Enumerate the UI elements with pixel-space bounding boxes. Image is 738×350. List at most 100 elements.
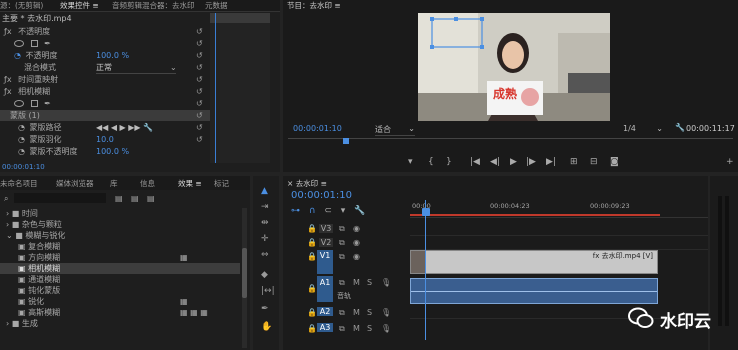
lock-icon[interactable]: 🔒	[307, 238, 317, 247]
mic-icon[interactable]: 🎙	[381, 278, 391, 287]
tree-item[interactable]: ⌄ ■ 模糊与锐化	[0, 230, 240, 241]
row-blend-mode[interactable]: 混合模式 正常 ⌄	[24, 62, 214, 74]
row-opacity-group[interactable]: ƒx 不透明度	[4, 26, 50, 37]
lock-icon[interactable]: 🔒	[307, 308, 317, 317]
snap-icon[interactable]: ∩	[309, 206, 316, 216]
stopwatch-icon[interactable]: ◔	[14, 51, 21, 60]
linked-icon[interactable]: ⊂	[324, 206, 332, 216]
hand-tool-icon[interactable]: ✋	[261, 322, 272, 332]
lock-icon[interactable]: 🔒	[307, 324, 317, 333]
fit-select[interactable]: 适合 ⌄	[375, 124, 415, 136]
sync-lock-icon[interactable]: ⧉	[339, 324, 345, 334]
mute-icon[interactable]: M	[353, 324, 360, 333]
tree-item[interactable]: › ■ 杂色与颗粒	[0, 219, 240, 230]
tree-item[interactable]: › ■ 时间	[0, 208, 240, 219]
work-area-bar[interactable]	[410, 214, 660, 216]
row-mask-feather[interactable]: ◔ 蒙版羽化 10.0	[18, 134, 210, 145]
extract-icon[interactable]: ⊟	[590, 157, 598, 167]
tree-item[interactable]: ▣ 钝化蒙版	[0, 285, 240, 296]
pen-tool-icon[interactable]: ✒	[261, 304, 269, 314]
preset-icon-1[interactable]: ▤	[115, 194, 123, 203]
quality-select[interactable]: 1/4 ⌄	[623, 124, 663, 133]
project-scrollbar[interactable]	[242, 208, 247, 348]
track-id[interactable]: V2	[319, 238, 333, 247]
tab-effects[interactable]: 效果 ≡	[178, 178, 202, 190]
tab-effect-controls[interactable]: 效果控件 ≡	[60, 0, 99, 12]
tree-item[interactable]: ▣ 高斯模糊 ▦ ▦ ▦	[0, 307, 240, 318]
ellipse-mask-icon[interactable]	[14, 100, 24, 107]
tree-item[interactable]: ▣ 方向模糊 ▦	[0, 252, 240, 263]
eye-icon[interactable]: ◉	[353, 224, 360, 233]
track-id[interactable]: V1	[317, 250, 333, 274]
video-frame[interactable]: 成熟	[418, 13, 610, 121]
marker-icon[interactable]: ▾	[408, 157, 413, 167]
audio-clip[interactable]	[410, 278, 658, 304]
row-mask[interactable]: 蒙版 (1)	[0, 110, 210, 121]
reset-icon[interactable]: ↺	[196, 62, 208, 74]
tree-item[interactable]: ▣ 锐化 ▦	[0, 296, 240, 307]
tab-markers[interactable]: 标记	[214, 178, 229, 190]
tree-item-selected[interactable]: ▣ 相机模糊	[0, 263, 240, 274]
ellipse-mask-icon[interactable]	[14, 40, 24, 47]
search-icon[interactable]: ⌕	[4, 194, 8, 204]
reset-icon[interactable]: ↺	[196, 74, 208, 86]
out-point-icon[interactable]: }	[446, 157, 452, 167]
selection-tool-icon[interactable]: ▲	[261, 186, 268, 196]
tab-info[interactable]: 信息	[140, 178, 155, 190]
sync-lock-icon[interactable]: ⧉	[339, 278, 345, 288]
pen-mask-icon[interactable]: ✒	[44, 99, 51, 108]
eye-icon[interactable]: ◉	[353, 252, 360, 261]
sync-lock-icon[interactable]: ⧉	[339, 224, 345, 234]
go-to-in-icon[interactable]: |◀	[470, 157, 480, 167]
tab-media-browser[interactable]: 媒体浏览器	[56, 178, 94, 190]
close-icon[interactable]: ×	[287, 179, 293, 188]
wrench-icon[interactable]: 🔧	[675, 123, 685, 132]
row-opacity[interactable]: ◔ 不透明度 100.0 %	[14, 50, 214, 61]
tree-item[interactable]: ▣ 复合模糊	[0, 241, 240, 252]
go-to-out-icon[interactable]: ▶|	[546, 157, 556, 167]
stopwatch-icon[interactable]: ◔	[18, 123, 25, 132]
mask-opacity-value[interactable]: 100.0 %	[96, 146, 129, 157]
mask-track-controls[interactable]: ◀◀ ◀ ▶ ▶▶ 🔧	[96, 122, 153, 133]
tab-libraries[interactable]: 库	[110, 178, 118, 190]
ripple-edit-tool-icon[interactable]: ⇹	[261, 218, 269, 228]
track-id[interactable]: A3	[317, 323, 333, 332]
rectangle-mask-icon[interactable]	[30, 100, 38, 107]
reset-icon[interactable]: ↺	[196, 86, 208, 98]
pen-mask-icon[interactable]: ✒	[44, 39, 51, 48]
row-time-remap[interactable]: ƒx 时间重映射	[4, 74, 58, 85]
timeline-timecode[interactable]: 00:00:01:10	[291, 190, 352, 201]
rate-stretch-tool-icon[interactable]: ⇔	[261, 250, 269, 260]
reset-icon[interactable]: ↺	[196, 38, 208, 50]
rolling-edit-tool-icon[interactable]: ✛	[261, 234, 269, 244]
opacity-value[interactable]: 100.0 %	[96, 50, 129, 61]
effect-timecode[interactable]: 00:00:01:10	[2, 163, 45, 171]
monitor-scrub-bar[interactable]	[288, 138, 733, 146]
sync-lock-icon[interactable]: ⧉	[339, 308, 345, 318]
row-camera-blur[interactable]: ƒx 相机模糊	[4, 86, 50, 97]
in-point-icon[interactable]: {	[428, 157, 434, 167]
settings-wrench-icon[interactable]: 🔧	[354, 206, 365, 216]
add-marker-icon[interactable]: ▾	[341, 206, 346, 216]
sync-lock-icon[interactable]: ⧉	[339, 252, 345, 262]
step-back-icon[interactable]: ◀|	[490, 157, 500, 167]
eye-icon[interactable]: ◉	[353, 238, 360, 247]
lock-icon[interactable]: 🔒	[307, 284, 317, 293]
razor-tool-icon[interactable]: ◆	[261, 270, 268, 280]
reset-icon[interactable]: ↺	[196, 122, 208, 134]
tree-item[interactable]: ▣ 通道模糊	[0, 274, 240, 285]
camera-icon[interactable]: ◙	[610, 157, 619, 167]
row-mask-path[interactable]: ◔ 蒙版路径 ◀◀ ◀ ▶ ▶▶ 🔧	[18, 122, 210, 133]
track-id[interactable]: A2	[317, 307, 333, 316]
time-ruler[interactable]: 00:00 00:00:04:23 00:00:09:23	[410, 200, 708, 218]
timeline-playhead-line[interactable]	[425, 200, 426, 340]
monitor-timecode-left[interactable]: 00:00:01:10	[293, 124, 342, 133]
stopwatch-icon[interactable]: ◔	[18, 147, 25, 156]
track-id[interactable]: A1	[317, 276, 333, 302]
slip-tool-icon[interactable]: |↔|	[261, 286, 275, 296]
video-clip[interactable]: fx 去水印.mp4 [V]	[410, 250, 658, 274]
mic-icon[interactable]: 🎙	[381, 324, 391, 333]
tab-project[interactable]: 未命名项目	[0, 178, 38, 190]
solo-icon[interactable]: S	[367, 324, 372, 333]
stopwatch-icon[interactable]: ◔	[18, 135, 25, 144]
